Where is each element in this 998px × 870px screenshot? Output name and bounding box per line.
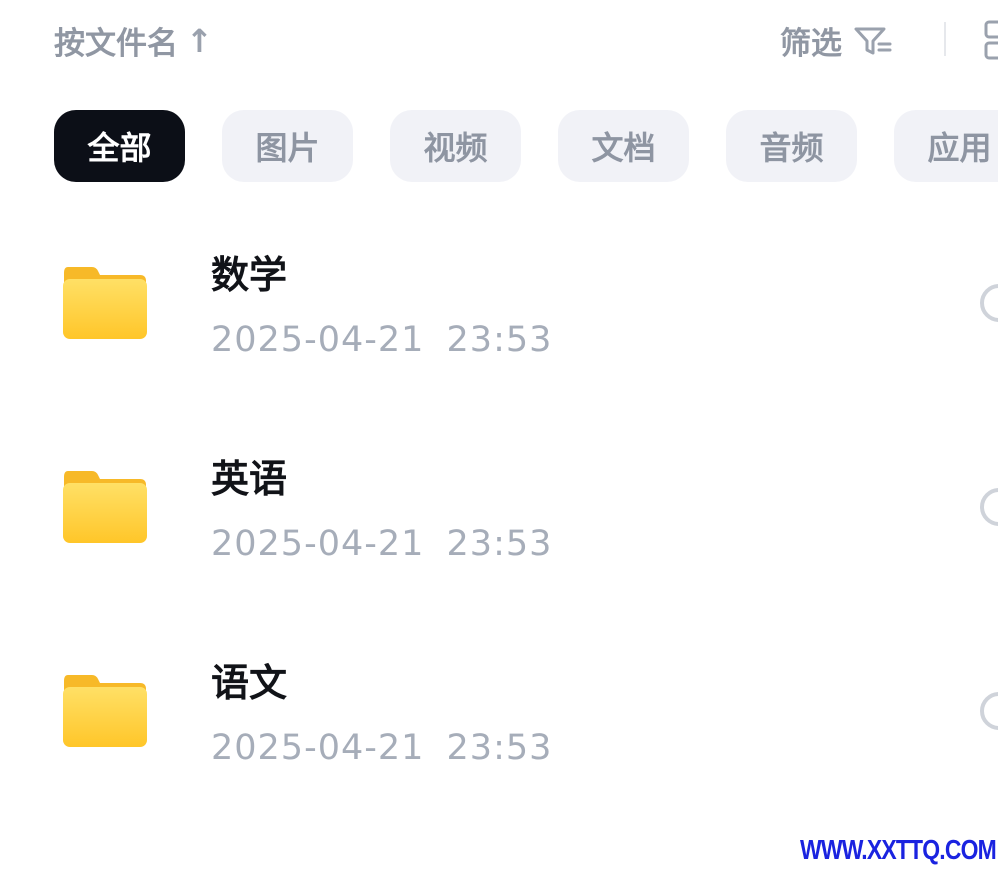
tab-label: 音频 [759,129,824,167]
file-date: 2025-04-21 23:53 [211,320,553,360]
file-browser: 按文件名 ↑ 筛选 全部 图片 视频 文档 音频 应用 数学 2025-04-2… [0,0,998,870]
sort-label: 按文件名 [54,26,178,62]
select-checkbox[interactable] [980,692,998,730]
tab-documents[interactable]: 文档 [558,110,689,182]
filter-label: 筛选 [780,26,842,62]
view-mode-icon[interactable] [984,20,998,60]
list-item[interactable]: 数学 2025-04-21 23:53 [0,220,998,420]
toolbar-divider [944,22,946,56]
tab-images[interactable]: 图片 [222,110,353,182]
filter-button[interactable]: 筛选 [780,18,892,63]
folder-icon [63,471,147,543]
list-item[interactable]: 英语 2025-04-21 23:53 [0,424,998,624]
list-item[interactable]: 语文 2025-04-21 23:53 [0,628,998,828]
tab-apps[interactable]: 应用 [894,110,998,182]
select-checkbox[interactable] [980,488,998,526]
tab-label: 全部 [87,129,152,167]
file-name: 数学 [211,253,288,297]
tab-label: 图片 [255,129,320,167]
select-checkbox[interactable] [980,284,998,322]
file-name: 英语 [211,457,288,501]
tab-videos[interactable]: 视频 [390,110,521,182]
tab-label: 文档 [591,129,656,167]
tab-all[interactable]: 全部 [54,110,185,182]
category-tabs: 全部 图片 视频 文档 音频 应用 [54,110,998,182]
filter-icon [854,27,892,54]
toolbar: 按文件名 ↑ 筛选 [0,0,998,80]
watermark: WWW.XXTTQ.COM [800,834,997,865]
tab-audio[interactable]: 音频 [726,110,857,182]
folder-icon [63,675,147,747]
file-date: 2025-04-21 23:53 [211,524,553,564]
folder-icon [63,267,147,339]
tab-label: 视频 [423,129,488,167]
file-name: 语文 [211,661,288,705]
tab-label: 应用 [927,129,992,167]
sort-button[interactable]: 按文件名 ↑ [54,18,213,63]
sort-arrow-icon: ↑ [186,21,213,60]
file-date: 2025-04-21 23:53 [211,728,553,768]
